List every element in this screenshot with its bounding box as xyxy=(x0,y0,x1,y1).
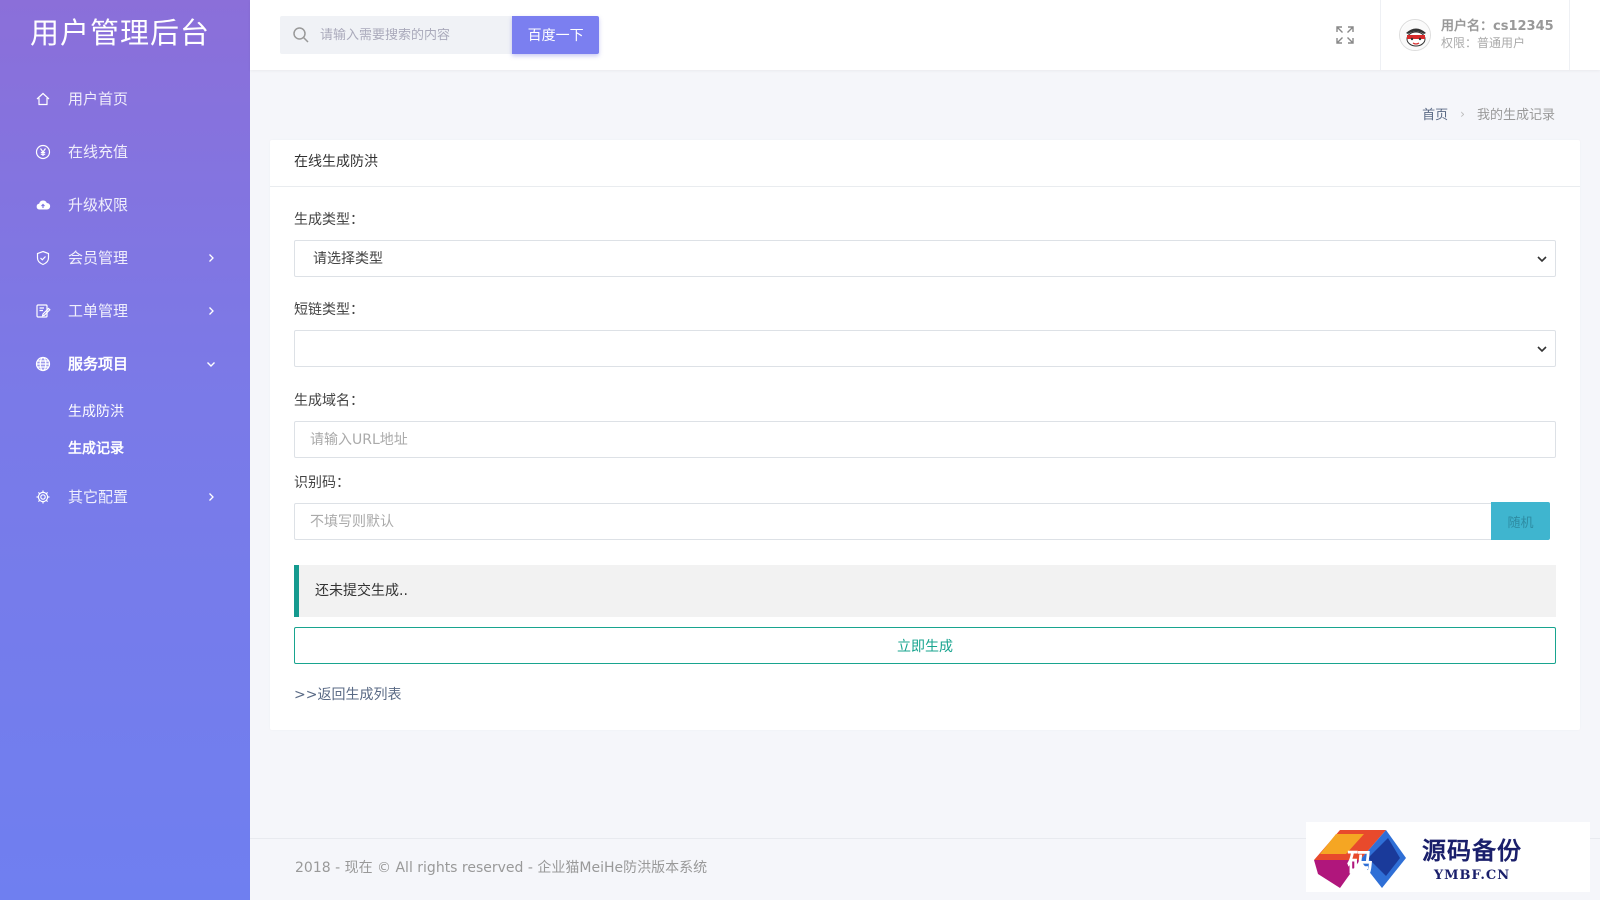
shield-icon xyxy=(34,249,52,267)
edit-icon xyxy=(34,302,52,320)
sidebar-item-recharge[interactable]: 在线充值 xyxy=(0,125,250,178)
sidebar-item-label: 会员管理 xyxy=(68,249,129,267)
sidebar-item-settings[interactable]: 其它配置 xyxy=(0,470,250,523)
search-icon xyxy=(293,27,309,43)
generate-button[interactable]: 立即生成 xyxy=(294,627,1556,664)
search-box xyxy=(280,16,513,54)
chevron-right-icon xyxy=(209,253,214,262)
sidebar-item-members[interactable]: 会员管理 xyxy=(0,231,250,284)
sidebar-item-label: 服务项目 xyxy=(68,355,129,373)
breadcrumb-current: 我的生成记录 xyxy=(1476,108,1555,123)
sidebar-item-label: 用户首页 xyxy=(68,90,129,108)
watermark-logo-char: 码 xyxy=(1347,849,1373,879)
gen-type-select[interactable]: 请选择类型 xyxy=(294,240,1556,277)
search-input[interactable] xyxy=(320,27,500,43)
search-button[interactable]: 百度一下 xyxy=(512,16,599,54)
home-icon xyxy=(34,90,52,108)
gen-type-label: 生成类型： xyxy=(294,212,364,228)
domain-label: 生成域名： xyxy=(294,393,364,409)
watermark: 码 源码备份 YMBF.CN xyxy=(1306,822,1590,892)
topbar: 百度一下 用户名：cs12345 权限：普通用户 xyxy=(250,0,1600,70)
sidebar-item-upgrade[interactable]: 升级权限 xyxy=(0,178,250,231)
card-title: 在线生成防洪 xyxy=(270,140,1580,187)
sidebar-item-label: 工单管理 xyxy=(68,302,129,320)
user-info: 用户名：cs12345 权限：普通用户 xyxy=(1441,19,1554,51)
sidebar-item-label: 其它配置 xyxy=(68,488,129,506)
random-button[interactable]: 随机 xyxy=(1491,502,1550,540)
sidebar: 用户管理后台 用户首页 在线充值 升级权限 会员管理 工单管理 服务项目 生成防… xyxy=(0,0,250,900)
chevron-down-icon xyxy=(207,361,215,367)
code-input[interactable] xyxy=(294,503,1494,540)
watermark-cn: 源码备份 xyxy=(1422,836,1522,865)
watermark-en: YMBF.CN xyxy=(1433,868,1511,883)
sidebar-subitem-generate[interactable]: 生成防洪 xyxy=(0,392,250,429)
chevron-down-icon xyxy=(1537,346,1547,353)
back-to-list-link[interactable]: >>返回生成列表 xyxy=(294,684,401,704)
user-name: 用户名：cs12345 xyxy=(1441,19,1554,34)
watermark-logo-icon: 码 xyxy=(1314,830,1406,888)
chevron-right-icon xyxy=(209,492,214,501)
link-type-label: 短链类型： xyxy=(294,302,364,318)
domain-input[interactable] xyxy=(294,421,1556,458)
user-menu[interactable]: 用户名：cs12345 权限：普通用户 xyxy=(1380,0,1570,70)
breadcrumb: 首页 › 我的生成记录 xyxy=(1422,104,1555,124)
yen-icon xyxy=(34,143,52,161)
user-role: 权限：普通用户 xyxy=(1441,36,1526,50)
chevron-down-icon xyxy=(1537,256,1547,263)
sidebar-item-label: 升级权限 xyxy=(68,196,129,214)
brand-title: 用户管理后台 xyxy=(30,16,211,50)
chevron-right-icon xyxy=(209,306,214,315)
sidebar-item-label: 在线充值 xyxy=(68,143,129,161)
sidebar-item-tickets[interactable]: 工单管理 xyxy=(0,284,250,337)
code-label: 识别码： xyxy=(294,475,350,491)
cloud-upload-icon xyxy=(34,196,52,214)
avatar xyxy=(1399,19,1431,51)
watermark-text: 源码备份 YMBF.CN xyxy=(1422,831,1522,883)
sidebar-subitem-records[interactable]: 生成记录 xyxy=(0,429,250,466)
generate-card: 在线生成防洪 生成类型： 请选择类型 短链类型： 生成域名： 识别码： 随机 还… xyxy=(270,140,1580,730)
search-bar: 百度一下 xyxy=(280,16,599,54)
globe-icon xyxy=(34,355,52,373)
link-type-select[interactable] xyxy=(294,330,1556,367)
breadcrumb-home[interactable]: 首页 xyxy=(1422,104,1448,123)
gear-icon xyxy=(34,488,52,506)
sidebar-nav: 用户首页 在线充值 升级权限 会员管理 工单管理 服务项目 生成防洪 生成记录 … xyxy=(0,72,250,523)
fullscreen-icon[interactable] xyxy=(1334,24,1356,46)
sidebar-item-home[interactable]: 用户首页 xyxy=(0,72,250,125)
status-notice: 还未提交生成.. xyxy=(294,565,1556,617)
sidebar-item-services[interactable]: 服务项目 xyxy=(0,337,250,390)
breadcrumb-separator-icon: › xyxy=(1460,106,1465,121)
sidebar-subnav-services: 生成防洪 生成记录 xyxy=(0,390,250,470)
